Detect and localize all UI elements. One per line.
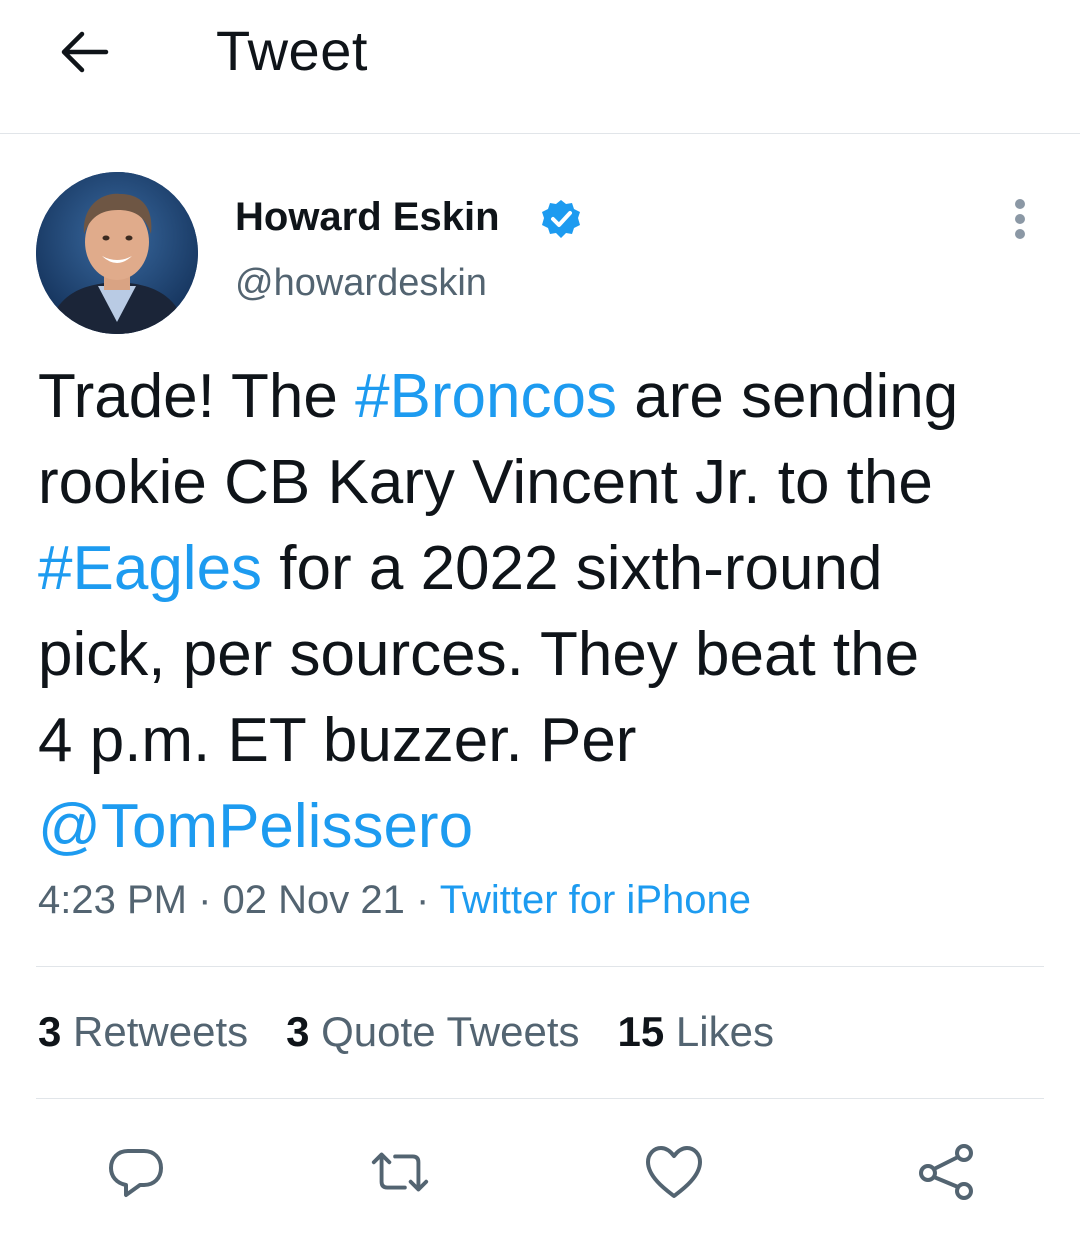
tweet-source-link[interactable]: Twitter for iPhone <box>440 878 751 922</box>
share-icon <box>919 1144 973 1200</box>
tweet-line: Trade! The #Broncos are sending <box>38 354 1048 440</box>
tweet-line: @TomPelissero <box>38 784 1048 870</box>
author-name[interactable]: Howard Eskin <box>235 195 500 240</box>
divider <box>36 966 1044 967</box>
tweet-time: 4:23 PM <box>38 878 187 922</box>
retweets-label: Retweets <box>73 1008 249 1055</box>
like-icon <box>646 1146 702 1198</box>
tweet-text: Trade! The #Broncos are sending rookie C… <box>38 354 1048 870</box>
avatar-image <box>36 172 198 334</box>
quote-tweets-label: Quote Tweets <box>321 1008 580 1055</box>
retweets-count: 3 <box>38 1008 62 1055</box>
tweet-text-segment: for a 2022 sixth-round <box>262 534 883 603</box>
back-button[interactable] <box>52 22 116 82</box>
tweet-line: 4 p.m. ET buzzer. Per <box>38 706 637 775</box>
meta-separator: · <box>198 878 212 922</box>
tweet-stats: 3 Retweets 3 Quote Tweets 15 Likes <box>38 1008 774 1056</box>
reply-button[interactable] <box>104 1140 168 1204</box>
retweet-icon <box>371 1152 429 1192</box>
avatar[interactable] <box>36 172 198 334</box>
tweet-line: rookie CB Kary Vincent Jr. to the <box>38 448 933 517</box>
retweets-stat[interactable]: 3 Retweets <box>38 1008 248 1056</box>
tweet-line: #Eagles for a 2022 sixth-round <box>38 526 1048 612</box>
divider <box>36 1098 1044 1099</box>
verified-badge-icon <box>542 200 580 238</box>
arrow-left-icon <box>61 31 109 73</box>
reply-icon <box>109 1149 163 1197</box>
likes-count: 15 <box>617 1008 665 1055</box>
hashtag-link-eagles[interactable]: #Eagles <box>38 534 262 603</box>
share-button[interactable] <box>914 1140 978 1204</box>
top-bar: Tweet <box>0 0 1080 134</box>
mention-link-tompelissero[interactable]: @TomPelissero <box>38 792 473 861</box>
quote-tweets-stat[interactable]: 3 Quote Tweets <box>286 1008 579 1056</box>
tweet-text-segment: are sending <box>617 362 959 431</box>
hashtag-link-broncos[interactable]: #Broncos <box>355 362 617 431</box>
retweet-button[interactable] <box>368 1140 432 1204</box>
like-button[interactable] <box>642 1140 706 1204</box>
tweet-date: 02 Nov 21 <box>222 878 405 922</box>
tweet-line: pick, per sources. They beat the <box>38 620 920 689</box>
quote-tweets-count: 3 <box>286 1008 310 1055</box>
likes-label: Likes <box>675 1008 774 1055</box>
meta-separator: · <box>416 878 430 922</box>
tweet-meta: 4:23 PM · 02 Nov 21 · Twitter for iPhone <box>38 878 751 923</box>
more-vertical-icon[interactable] <box>1004 196 1036 242</box>
page-title: Tweet <box>216 19 368 82</box>
author-handle[interactable]: @howardeskin <box>235 262 487 305</box>
tweet-text-segment: Trade! The <box>38 362 356 431</box>
likes-stat[interactable]: 15 Likes <box>618 1008 774 1056</box>
